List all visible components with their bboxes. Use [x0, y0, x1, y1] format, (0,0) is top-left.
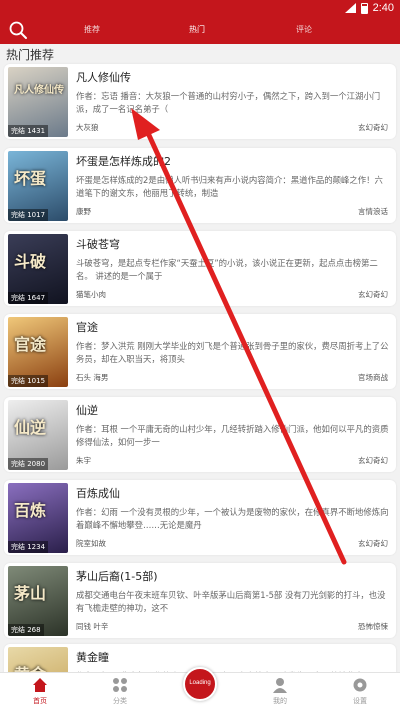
- book-title: 凡人修仙传: [76, 71, 131, 84]
- status-bar: 2:40: [0, 0, 400, 16]
- book-title: 百炼成仙: [76, 487, 120, 500]
- status-badge: 完结 1017: [8, 209, 49, 221]
- book-author: 大灰狼: [76, 123, 99, 132]
- user-icon: [273, 678, 287, 693]
- book-genre: 玄幻奇幻: [358, 456, 388, 465]
- book-description: 作者：忘语 播音：大灰狼一个普通的山村穷小子，偶然之下，跨入到一个江湖小门派，成…: [76, 91, 381, 114]
- book-author: 院室如故: [76, 539, 106, 548]
- book-title: 仙逆: [76, 404, 98, 417]
- signal-icon: [344, 3, 356, 13]
- book-title: 官途: [76, 321, 98, 334]
- book-author: 康野: [76, 207, 91, 216]
- status-badge: 完结 1234: [8, 541, 49, 553]
- cover-title: 仙逆: [14, 418, 47, 437]
- book-card[interactable]: 凡人修仙传 完结 1431 凡人修仙传 作者：忘语 播音：大灰狼一个普通的山村穷小子，…: [4, 64, 396, 139]
- book-cover[interactable]: 斗破完结 1647: [8, 234, 68, 304]
- book-genre: 言情浪话: [358, 207, 388, 216]
- book-genre: 玄幻奇幻: [358, 539, 388, 548]
- nav-home[interactable]: 首页: [10, 677, 70, 706]
- book-cover[interactable]: 仙逆完结 2080: [8, 400, 68, 470]
- tab-comments[interactable]: 评论: [296, 24, 312, 35]
- status-badge: 完结 1647: [8, 292, 49, 304]
- cover-title: 凡人修仙传: [14, 85, 64, 96]
- cover-title: 官途: [14, 335, 47, 354]
- book-description: 成都交通电台午夜末班车贝钦、叶辛版茅山后裔第1-5部 没有刀光剑影的打斗，也没有…: [76, 590, 386, 613]
- section-title: 热门推荐: [6, 48, 55, 62]
- status-badge: 完结 2080: [8, 458, 49, 470]
- nav-category-label: 分类: [113, 697, 127, 705]
- book-card[interactable]: 官途 完结 1015 官途 作者：梦入洪荒 刚刚大学毕业的刘飞是个普通张到骨子里的家伙…: [4, 314, 396, 389]
- player-button[interactable]: Loading: [183, 667, 217, 701]
- book-card[interactable]: 百炼完结 1234 百炼成仙作者：幻雨 一个没有灵根的少年，一个被认为是废物的家伙…: [4, 480, 396, 555]
- book-description: 作者：幻雨 一个没有灵根的少年，一个被认为是废物的家伙，在修真界不断地修炼向着巅…: [76, 507, 389, 530]
- nav-settings[interactable]: 设置: [330, 677, 390, 706]
- nav-settings-label: 设置: [353, 697, 367, 705]
- nav-home-label: 首页: [33, 697, 47, 705]
- gear-icon: [353, 678, 367, 692]
- book-cover[interactable]: 凡人修仙传完结 1431: [8, 67, 68, 137]
- status-badge: 完结 1431: [8, 125, 49, 137]
- book-cover[interactable]: 官途完结 1015: [8, 317, 68, 387]
- book-card[interactable]: 茅山完结 268 茅山后裔(1-5部) 成都交通电台午夜末班车贝钦、叶辛版茅山后裔第…: [4, 563, 396, 638]
- book-author: 石头 海男: [76, 373, 109, 382]
- book-card[interactable]: 仙逆 完结 2080 仙逆 作者：耳根 一个平庸无奇的山村少年，几经转折踏入修仙门派，…: [4, 397, 396, 472]
- status-badge: 完结 268: [8, 624, 44, 636]
- book-author: 同钱 叶辛: [76, 622, 109, 631]
- player-label: Loading: [189, 680, 211, 686]
- book-card[interactable]: 斗破完结 1647 斗破苍穹斗破苍穹，是起点专栏作家“天蚕土豆”的小说，该小说正在…: [4, 231, 396, 306]
- book-title: 黄金瞳: [76, 651, 109, 664]
- book-genre: 恐怖惊悚: [358, 622, 388, 631]
- cover-title: 茅山: [14, 584, 47, 603]
- cover-title: 百炼: [14, 501, 47, 520]
- battery-icon: [360, 2, 368, 14]
- book-genre: 玄幻奇幻: [358, 290, 388, 299]
- book-cover[interactable]: 茅山完结 268: [8, 566, 68, 636]
- book-title: 茅山后裔(1-5部): [76, 570, 158, 583]
- nav-mine[interactable]: 我的: [250, 677, 310, 706]
- book-cover[interactable]: 坏蛋完结 1017: [8, 151, 68, 221]
- book-description: 作者：耳根 一个平庸无奇的山村少年，几经转折踏入修仙门派，他如何以平凡的资质修得…: [76, 424, 389, 447]
- status-badge: 完结 1015: [8, 375, 49, 387]
- nav-category[interactable]: 分类: [90, 677, 150, 706]
- nav-mine-label: 我的: [273, 697, 287, 705]
- home-icon: [33, 678, 47, 692]
- book-title: 坏蛋是怎样炼成的2: [76, 155, 171, 168]
- book-genre: 玄幻奇幻: [358, 123, 388, 132]
- book-genre: 官场商战: [358, 373, 388, 382]
- category-icon: [113, 678, 127, 692]
- book-description: 坏蛋是怎样炼成的2是由懒人听书归来有声小说内容简介：黑道作品的颠峰之作！六道笔下…: [76, 175, 383, 198]
- top-nav: 推荐 热门 评论: [0, 16, 400, 44]
- cover-title: 坏蛋: [14, 169, 47, 188]
- tab-hot[interactable]: 热门: [189, 24, 205, 35]
- book-description: 斗破苍穹，是起点专栏作家“天蚕土豆”的小说，该小说正在更新，起点点击榜第二名。 …: [76, 258, 378, 281]
- search-icon[interactable]: [8, 20, 28, 40]
- book-cover[interactable]: 百炼完结 1234: [8, 483, 68, 553]
- book-card[interactable]: 坏蛋完结 1017 坏蛋是怎样炼成的2 坏蛋是怎样炼成的2是由懒人听书归来有声小说内…: [4, 148, 396, 223]
- book-author: 猫笔小肉: [76, 290, 106, 299]
- tab-recommend[interactable]: 推荐: [84, 24, 100, 35]
- book-title: 斗破苍穹: [76, 238, 120, 251]
- book-description: 作者：梦入洪荒 刚刚大学毕业的刘飞是个普通张到骨子里的家伙，费尽周折考上了公务员…: [76, 341, 389, 364]
- book-author: 朱宇: [76, 456, 91, 465]
- status-time: 2:40: [372, 2, 394, 14]
- cover-title: 斗破: [14, 252, 47, 271]
